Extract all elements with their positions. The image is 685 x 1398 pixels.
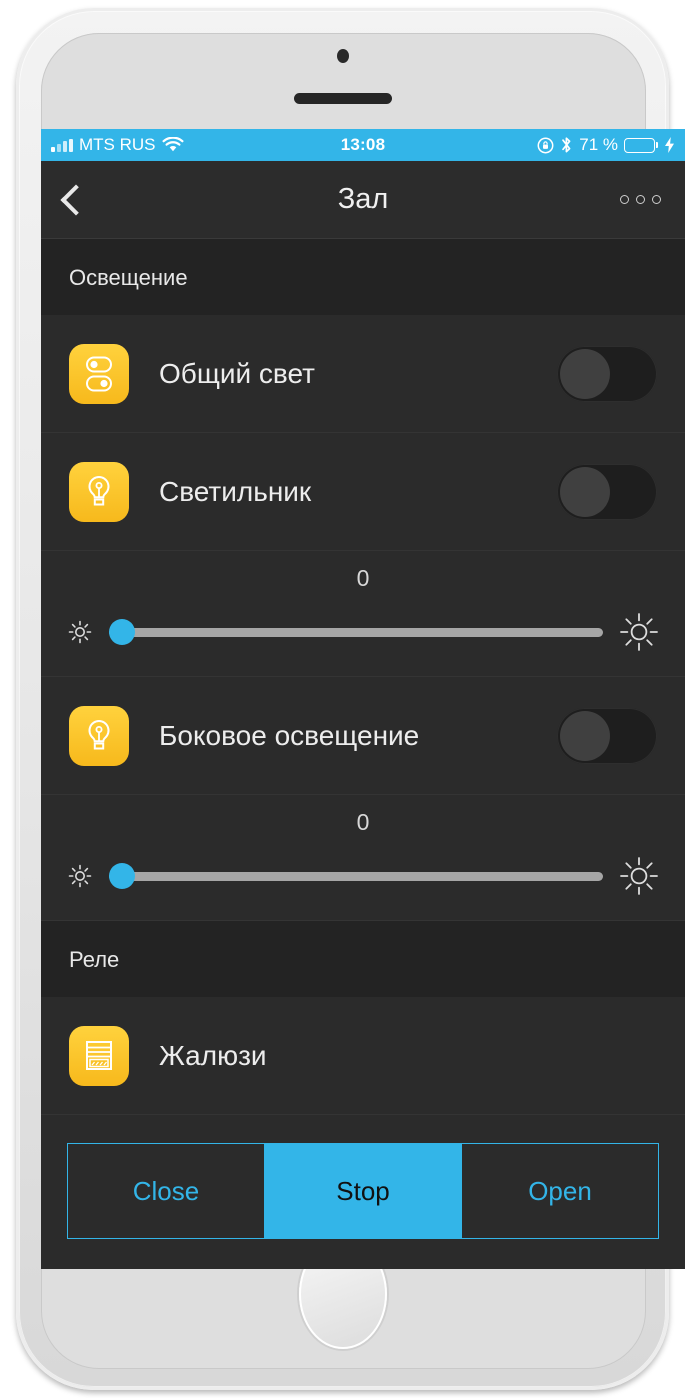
- phone-screen: MTS RUS 13:08 71 % Зал Освещение Общий с…: [41, 129, 685, 1269]
- blinds-control-segmented: Close Stop Open: [67, 1143, 659, 1239]
- device-row-zhalyuzi[interactable]: Жалюзи: [41, 997, 685, 1115]
- bottom-spacer: [41, 1239, 685, 1269]
- blinds-icon: [69, 1025, 129, 1086]
- device-label: Боковое освещение: [159, 719, 420, 751]
- brightness-value-label: 0: [356, 809, 370, 835]
- slider-thumb[interactable]: [109, 619, 135, 645]
- toggle-knob: [560, 466, 610, 517]
- brightness-low-icon: [65, 861, 95, 891]
- blinds-stop-button[interactable]: Stop: [265, 1143, 462, 1239]
- section-header-relay: Реле: [41, 921, 685, 997]
- front-camera-icon: [336, 49, 349, 63]
- blinds-close-button[interactable]: Close: [67, 1143, 265, 1239]
- more-horizontal-icon[interactable]: [620, 195, 661, 204]
- lightning-bolt-icon: [664, 137, 675, 153]
- status-bar: MTS RUS 13:08 71 %: [41, 129, 685, 161]
- toggle-knob: [560, 348, 610, 399]
- phone-frame: MTS RUS 13:08 71 % Зал Освещение Общий с…: [16, 8, 685, 1390]
- brightness-high-icon: [617, 854, 661, 898]
- toggle-knob: [560, 710, 610, 761]
- rotation-lock-icon: [537, 137, 554, 154]
- slider-track: [109, 871, 603, 881]
- brightness-value-label: 0: [356, 565, 370, 591]
- battery-icon: [624, 137, 658, 153]
- brightness-slider-block-bokovoe: 0: [41, 795, 685, 921]
- slider-thumb[interactable]: [109, 863, 135, 889]
- brightness-slider-block-svetilnik: 0: [41, 551, 685, 677]
- content-scroll-area[interactable]: Освещение Общий свет Светильник 0 Боково…: [41, 239, 685, 1269]
- toggle-switch-obshchiy-svet[interactable]: [557, 345, 657, 402]
- navigation-bar: Зал: [41, 161, 685, 239]
- device-row-obshchiy-svet[interactable]: Общий свет: [41, 315, 685, 433]
- brightness-slider-svetilnik[interactable]: [109, 615, 603, 649]
- toggle-switch-svetilnik[interactable]: [557, 463, 657, 520]
- slider-track: [109, 627, 603, 637]
- device-row-bokovoe-osveshchenie[interactable]: Боковое освещение: [41, 677, 685, 795]
- brightness-low-icon: [65, 617, 95, 647]
- lightbulb-icon: [69, 461, 129, 522]
- battery-percent-label: 71 %: [579, 135, 618, 154]
- device-row-svetilnik[interactable]: Светильник: [41, 433, 685, 551]
- toggle-switch-bokovoe-osveshchenie[interactable]: [557, 707, 657, 764]
- bluetooth-icon: [560, 136, 573, 154]
- earpiece-speaker: [293, 93, 392, 104]
- device-label: Жалюзи: [159, 1039, 267, 1071]
- device-label: Общий свет: [159, 357, 315, 389]
- device-label: Светильник: [159, 475, 312, 507]
- double-switch-icon: [69, 343, 129, 404]
- status-bar-right: 71 %: [537, 135, 675, 155]
- blinds-open-button[interactable]: Open: [462, 1143, 659, 1239]
- section-header-lighting: Освещение: [41, 239, 685, 315]
- brightness-slider-bokovoe[interactable]: [109, 859, 603, 893]
- brightness-high-icon: [617, 610, 661, 654]
- page-title: Зал: [337, 183, 389, 215]
- lightbulb-icon: [69, 705, 129, 766]
